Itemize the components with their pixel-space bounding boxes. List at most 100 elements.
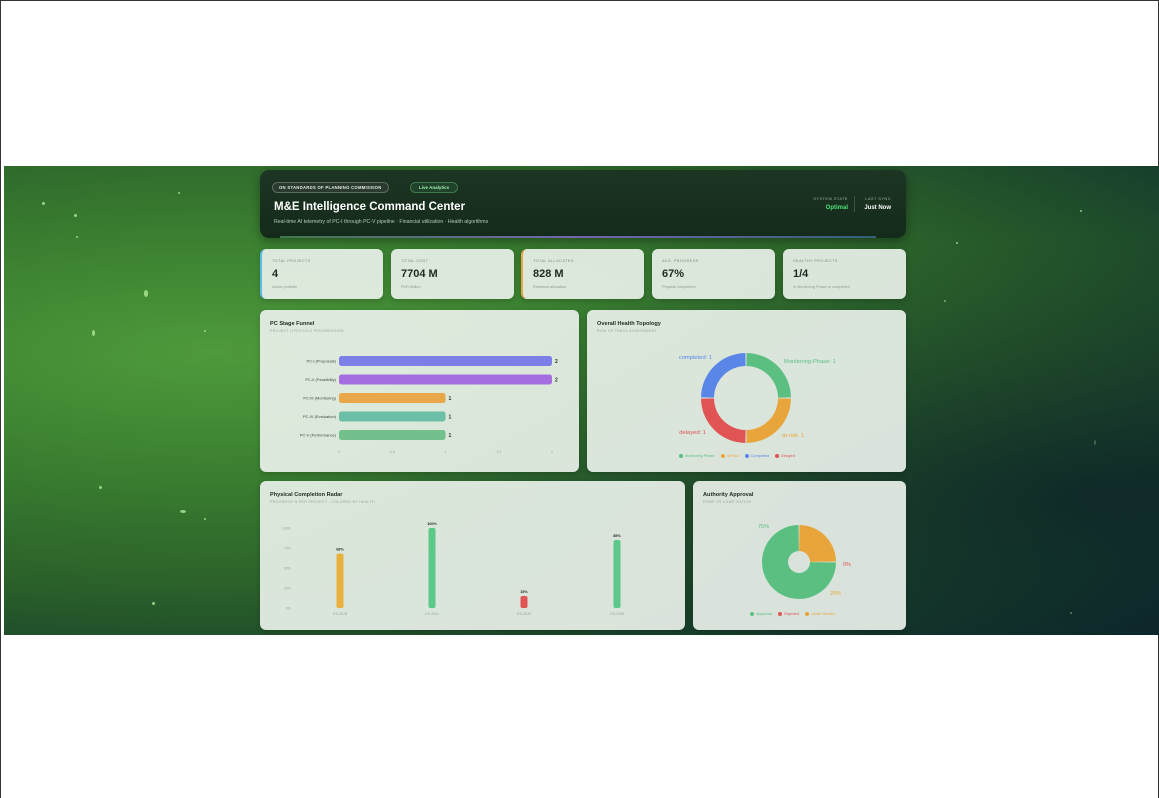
health-topology-panel: Overall Health Topology RISK VS TRACK AS… bbox=[587, 310, 906, 472]
particle bbox=[42, 202, 45, 205]
legend-label: Approved bbox=[756, 612, 773, 616]
particle bbox=[178, 192, 180, 194]
kpi-avg-progress[interactable]: AVG. PROGRESS 67% Physical completion bbox=[652, 249, 775, 299]
health-donut-chart: Monitoring-Phase: 1 at-risk: 1 delayed: 1 c… bbox=[679, 353, 836, 443]
kpi-subtext: In Monitoring Phase or completed bbox=[793, 285, 850, 289]
kpi-value: 4 bbox=[272, 268, 279, 280]
completion-category-label: GS-2031 bbox=[425, 612, 439, 616]
kpi-label: HEALTHY PROJECTS bbox=[793, 259, 838, 263]
legend-item[interactable]: Under Review bbox=[805, 612, 835, 616]
funnel-tick-label: 2 bbox=[551, 450, 553, 454]
particle bbox=[1094, 440, 1096, 445]
kpi-value: 67% bbox=[662, 268, 685, 280]
header-accent-bar bbox=[280, 236, 876, 238]
kpi-label: AVG. PROGRESS bbox=[662, 259, 699, 263]
legend-label: Completed bbox=[750, 454, 769, 458]
funnel-tick-label: 0 bbox=[338, 450, 340, 454]
system-state: SYSTEM STATE Optimal bbox=[813, 196, 848, 211]
legend-label: Under Review bbox=[811, 612, 836, 616]
kpi-subtext: Physical completion bbox=[662, 285, 696, 289]
page-title: M&E Intelligence Command Center bbox=[274, 201, 466, 213]
radar-tick-label: 0% bbox=[286, 607, 292, 611]
legend-item[interactable]: Rejected bbox=[778, 612, 799, 616]
radar-tick-label: 25% bbox=[284, 587, 292, 591]
particle bbox=[74, 214, 77, 217]
donut-slice-label: completed: 1 bbox=[679, 355, 712, 361]
particle bbox=[1080, 210, 1082, 212]
legend-dot bbox=[679, 454, 683, 458]
particle bbox=[99, 486, 102, 489]
legend-item[interactable]: Completed bbox=[744, 454, 769, 458]
donut-slice-label: at-risk: 1 bbox=[782, 433, 804, 439]
system-state-value: Optimal bbox=[825, 205, 848, 211]
legend-item[interactable]: Monitoring Phase bbox=[679, 454, 715, 458]
completion-category-label: GS-2078 bbox=[333, 612, 347, 616]
kpi-subtext: Active portfolio bbox=[272, 285, 297, 289]
funnel-data-label: 2 bbox=[555, 359, 558, 365]
funnel-bar bbox=[339, 393, 446, 403]
funnel-tick-label: 1.5 bbox=[496, 450, 501, 454]
legend-item[interactable]: Approved bbox=[750, 612, 772, 616]
funnel-tick-label: 1 bbox=[445, 450, 447, 454]
kpi-subtext: PKR Million bbox=[401, 285, 421, 289]
approval-donut-chart: 75% 0% 25% bbox=[758, 524, 851, 599]
completion-value-label: 85% bbox=[613, 534, 621, 538]
radar-tick-label: 75% bbox=[284, 547, 292, 551]
particle bbox=[144, 290, 148, 297]
donut-slice bbox=[799, 525, 836, 562]
radar-tick-label: 100% bbox=[282, 527, 292, 531]
funnel-bar bbox=[339, 430, 446, 440]
funnel-data-label: 1 bbox=[449, 396, 452, 402]
completion-radar-panel: Physical Completion Radar PROGRESS % PER… bbox=[260, 481, 685, 630]
particle bbox=[204, 330, 206, 332]
particle bbox=[152, 602, 155, 605]
particle bbox=[944, 300, 946, 302]
kpi-healthy-projects[interactable]: HEALTHY PROJECTS 1/4 In Monitoring Phase… bbox=[783, 249, 906, 299]
kpi-total-cost[interactable]: TOTAL COST 7704 M PKR Million bbox=[391, 249, 514, 299]
funnel-category-label: PC-I (Proposals) bbox=[306, 359, 336, 364]
donut-slice-label: Monitoring-Phase: 1 bbox=[784, 359, 836, 365]
particle bbox=[1070, 612, 1072, 614]
live-analytics-badge[interactable]: Live Analytics bbox=[410, 182, 459, 193]
dashboard-header: ON STANDARDS OF PLANNING COMMISSION Live… bbox=[260, 170, 906, 238]
donut-slice bbox=[701, 398, 746, 443]
authority-approval-panel: Authority Approval PDWP VS CDWP RATIOS 7… bbox=[693, 481, 906, 630]
particle bbox=[204, 518, 206, 520]
last-sync: LAST SYNC Just Now bbox=[864, 196, 891, 211]
kpi-value: 1/4 bbox=[793, 268, 809, 280]
kpi-subtext: Released allocation bbox=[533, 285, 567, 289]
legend-label: Rejected bbox=[784, 612, 800, 616]
completion-bar bbox=[613, 540, 621, 608]
kpi-value: 828 M bbox=[533, 268, 564, 280]
legend-label: At Risk bbox=[726, 454, 739, 458]
legend-item[interactable]: At Risk bbox=[720, 454, 739, 458]
header-divider bbox=[854, 196, 855, 212]
funnel-bar bbox=[339, 356, 552, 366]
particle bbox=[92, 330, 95, 336]
kpi-label: TOTAL COST bbox=[401, 259, 429, 263]
legend-dot bbox=[744, 454, 749, 458]
funnel-category-label: PC-III (Monitoring) bbox=[303, 396, 336, 401]
funnel-category-label: PC-IV (Evaluation) bbox=[303, 414, 337, 419]
particle bbox=[180, 510, 186, 513]
completion-bar bbox=[428, 528, 436, 608]
approval-legend: Approved Rejected Under Review bbox=[750, 612, 835, 616]
particle bbox=[76, 236, 78, 238]
donut-slice-label: 0% bbox=[843, 562, 851, 568]
legend-dot bbox=[720, 454, 725, 458]
funnel-category-label: PC-V (Performance) bbox=[300, 433, 337, 438]
donut-slice-label: 25% bbox=[830, 591, 841, 597]
kpi-total-allocated[interactable]: TOTAL ALLOCATED 828 M Released allocatio… bbox=[521, 249, 644, 299]
kpi-total-projects[interactable]: TOTAL PROJECTS 4 Active portfolio bbox=[260, 249, 383, 299]
standards-badge: ON STANDARDS OF PLANNING COMMISSION bbox=[272, 182, 389, 193]
legend-dot bbox=[778, 612, 783, 616]
completion-bar-chart: 100% 75% 50% 25% 0% 68% GS-2078 100% GS-2031 15% G… bbox=[282, 522, 624, 616]
legend-label: Delayed bbox=[780, 454, 795, 458]
completion-bar bbox=[520, 596, 528, 608]
donut-slice-label: delayed: 1 bbox=[679, 430, 706, 436]
last-sync-value: Just Now bbox=[864, 205, 891, 211]
legend-dot bbox=[750, 612, 754, 616]
particle bbox=[956, 242, 958, 244]
completion-bar bbox=[336, 553, 344, 608]
legend-item[interactable]: Delayed bbox=[774, 454, 795, 458]
